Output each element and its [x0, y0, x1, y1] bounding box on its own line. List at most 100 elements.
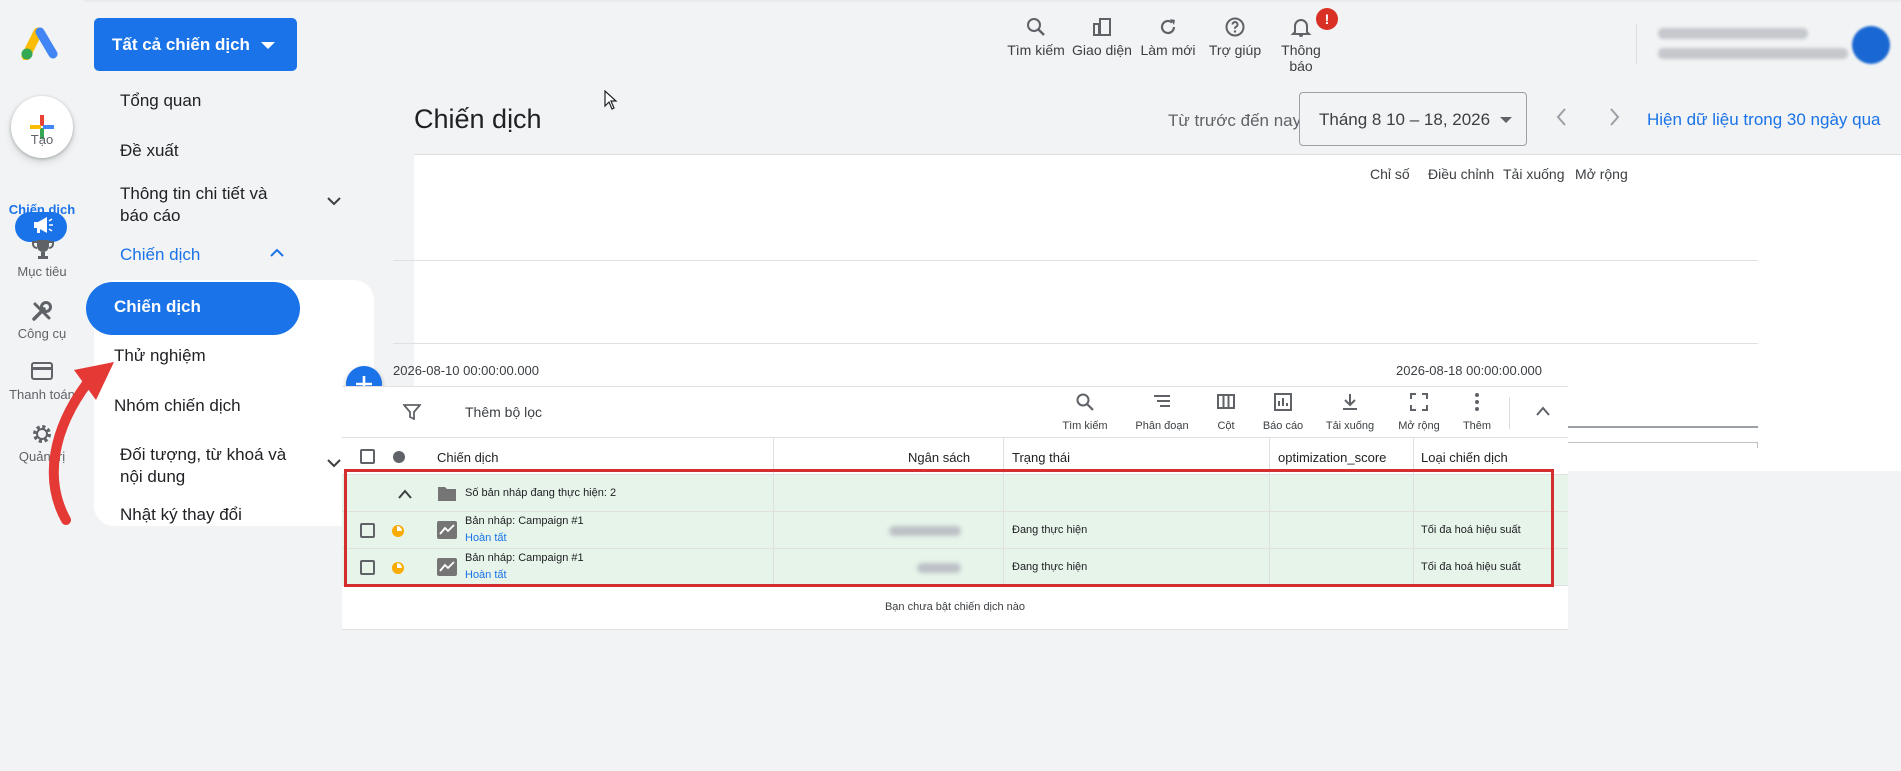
plus-icon [30, 115, 54, 139]
expand-icon [1410, 393, 1428, 411]
segment-icon [1154, 395, 1170, 407]
more-label: Thêm [1462, 420, 1492, 432]
rail-label-campaigns: Chiến dịch [8, 202, 76, 217]
top-appearance-button[interactable]: Giao diện [1072, 16, 1132, 58]
columns-label: Cột [1217, 420, 1235, 432]
top-refresh-button[interactable]: Làm mới [1138, 16, 1198, 58]
table-download-label: Tải xuống [1325, 420, 1375, 432]
create-label: Tạo [30, 132, 54, 147]
nav-item-recommendations[interactable]: Đề xuất [120, 140, 179, 162]
nav-item-insights-label: Thông tin chi tiết và báo cáo [120, 184, 268, 225]
chart-gridline [393, 260, 1758, 261]
chevron-left-icon[interactable] [1552, 106, 1572, 128]
reports-button[interactable]: Báo cáo [1258, 392, 1308, 432]
caret-down-icon [261, 42, 275, 49]
chart-adjust-button[interactable]: Điều chỉnh [1428, 166, 1494, 182]
top-search-label: Tìm kiếm [1007, 42, 1065, 58]
chevron-up-icon[interactable] [1535, 405, 1551, 417]
segment-button[interactable]: Phân đoạn [1130, 392, 1194, 432]
trophy-icon [32, 240, 54, 259]
table-search-button[interactable]: Tìm kiếm [1057, 392, 1113, 432]
create-button[interactable] [11, 96, 73, 158]
caret-down-icon [1500, 117, 1512, 123]
chevron-down-icon [327, 197, 341, 206]
tools-icon [32, 301, 52, 321]
top-bar: Tất cả chiến dịch Tìm kiếm Giao diện Làm… [84, 0, 1901, 86]
search-icon [1027, 18, 1045, 36]
select-all-checkbox[interactable] [360, 449, 375, 464]
account-id-redacted [1658, 28, 1808, 39]
table-toolbar: Thêm bộ lọc Tìm kiếm Phân đoạn Cột Báo c… [342, 386, 1568, 437]
help-icon [1225, 17, 1245, 37]
annotation-highlight-box [344, 469, 1554, 587]
reports-label: Báo cáo [1262, 420, 1304, 432]
chevron-up-icon [270, 248, 284, 257]
top-notifications-label: Thông báo [1281, 42, 1321, 74]
col-campaign[interactable]: Chiến dịch [437, 450, 498, 465]
toolbar-divider [1509, 397, 1510, 429]
col-budget[interactable]: Ngân sách [908, 450, 970, 465]
date-range-select[interactable]: Tháng 8 10 – 18, 2026 [1299, 92, 1527, 146]
columns-button[interactable]: Cột [1208, 392, 1244, 432]
annotation-arrow [48, 362, 114, 525]
top-divider [1636, 24, 1637, 64]
status-column-icon [393, 451, 405, 463]
col-status[interactable]: Trạng thái [1012, 450, 1070, 465]
account-email-redacted [1658, 48, 1848, 59]
nav-item-campaign-groups[interactable]: Nhóm chiến dịch [114, 395, 241, 417]
table-search-label: Tìm kiếm [1062, 420, 1108, 432]
account-selector-label: Tất cả chiến dịch [112, 35, 250, 54]
nav-item-campaigns[interactable]: Chiến dịch [86, 282, 300, 335]
download-icon [1343, 394, 1357, 410]
nav-item-experiments[interactable]: Thử nghiệm [114, 345, 206, 367]
nav-item-audiences-label: Đối tượng, từ khoá và nội dung [120, 445, 287, 486]
bell-icon [1290, 19, 1312, 37]
notification-badge: ! [1316, 8, 1338, 30]
nav-group-campaigns-label: Chiến dịch [120, 245, 201, 264]
refresh-icon [1160, 19, 1176, 35]
top-refresh-label: Làm mới [1140, 42, 1196, 58]
top-appearance-label: Giao diện [1072, 42, 1132, 58]
nav-item-campaigns-label: Chiến dịch [114, 297, 201, 316]
date-range-label: Từ trước đến nay [1168, 111, 1302, 130]
top-notifications-button[interactable]: ! Thông báo [1270, 8, 1338, 74]
chart-download-button[interactable]: Tải xuống [1503, 166, 1564, 182]
columns-icon [1217, 394, 1235, 409]
account-selector-button[interactable]: Tất cả chiến dịch [94, 18, 297, 71]
segment-label: Phân đoạn [1135, 420, 1189, 432]
chevron-right-icon[interactable] [1604, 106, 1624, 128]
appearance-icon [1093, 18, 1111, 36]
chart-x-end: 2026-08-18 00:00:00.000 [1396, 363, 1543, 378]
rail-item-tools[interactable]: Công cụ [0, 300, 84, 364]
filter-icon[interactable] [403, 404, 421, 420]
date-range-value: Tháng 8 10 – 18, 2026 [1319, 110, 1491, 129]
more-button[interactable]: Thêm [1459, 392, 1495, 432]
google-ads-logo [21, 27, 58, 60]
col-campaign-type[interactable]: Loại chiến dịch [1421, 450, 1508, 465]
chart-gridline [393, 343, 1758, 344]
top-search-button[interactable]: Tìm kiếm [1006, 16, 1066, 58]
chart-metrics-button[interactable]: Chỉ số [1370, 166, 1410, 182]
top-help-label: Trợ giúp [1208, 42, 1262, 58]
table-expand-button[interactable]: Mở rộng [1394, 392, 1444, 432]
table-expand-label: Mở rộng [1398, 420, 1440, 432]
rail-label-tools: Công cụ [17, 326, 67, 341]
col-optimization-score[interactable]: optimization_score [1278, 450, 1386, 465]
rail-item-campaigns[interactable]: Chiến dịch [0, 176, 84, 240]
nav-item-overview[interactable]: Tổng quan [120, 90, 201, 112]
page-title: Chiến dịch [414, 104, 542, 134]
rail-item-goals[interactable]: Mục tiêu [0, 238, 84, 302]
table-download-button[interactable]: Tải xuống [1322, 392, 1378, 432]
last-30-days-link[interactable]: Hiện dữ liệu trong 30 ngày qua [1647, 110, 1880, 130]
megaphone-icon [34, 217, 53, 233]
chart-expand-button[interactable]: Mở rộng [1575, 166, 1628, 182]
more-vert-icon [1475, 393, 1479, 411]
add-filter-button[interactable]: Thêm bộ lọc [465, 404, 542, 420]
empty-state-message: Bạn chưa bật chiến dịch nào [342, 586, 1568, 630]
avatar[interactable] [1852, 26, 1890, 64]
report-icon [1274, 393, 1292, 411]
top-help-button[interactable]: Trợ giúp [1205, 16, 1265, 58]
search-icon [1076, 393, 1094, 411]
rail-label-goals: Mục tiêu [17, 264, 67, 279]
nav-item-change-history[interactable]: Nhật ký thay đổi [120, 504, 242, 526]
